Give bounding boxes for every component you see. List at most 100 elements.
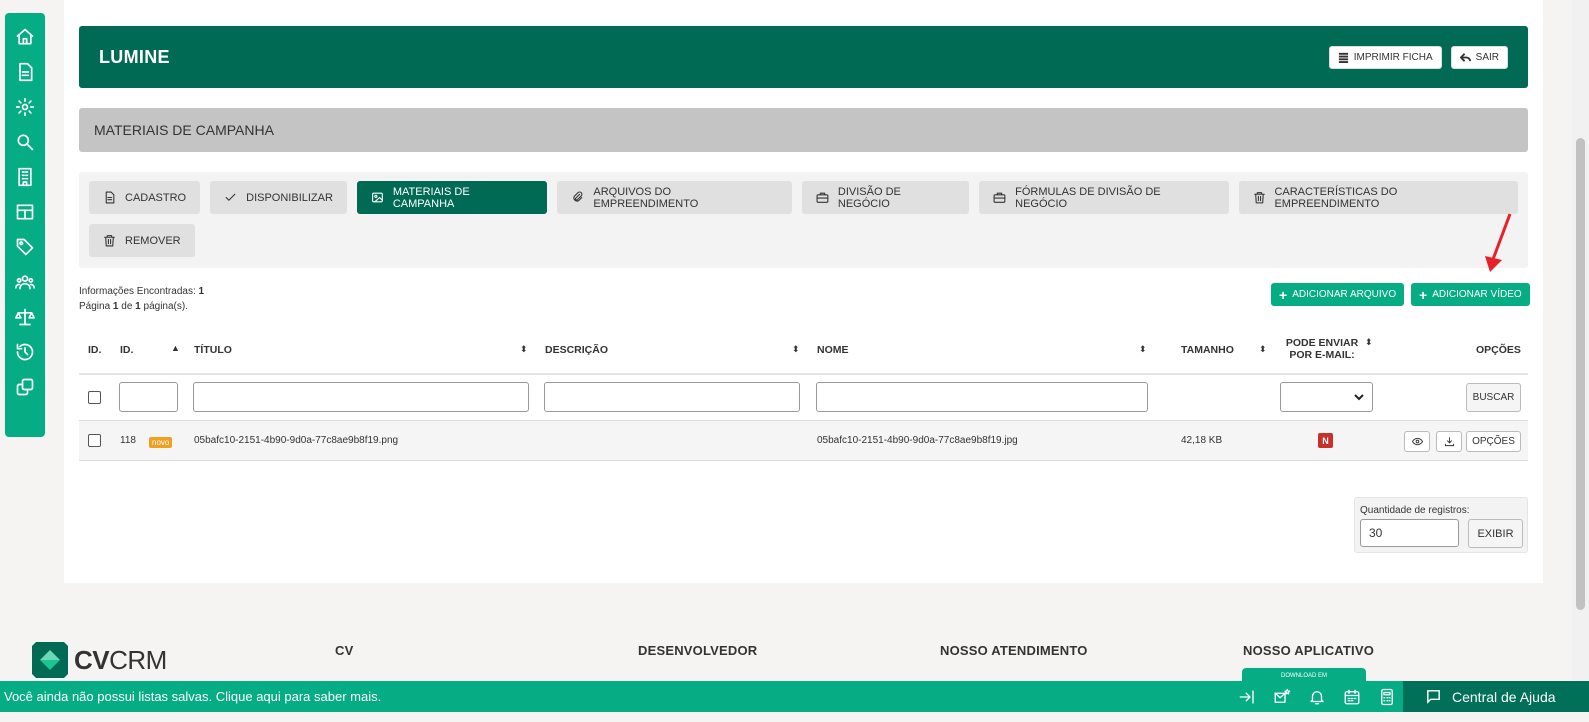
row-options-button[interactable]: OPÇÕES (1466, 431, 1521, 452)
page-current: 1 (112, 301, 119, 312)
sort-icon[interactable]: ⬍ (1259, 344, 1267, 355)
filter-title-input[interactable] (193, 382, 529, 412)
add-video-label: ADICIONAR VÍDEO (1432, 289, 1522, 300)
calculator-icon[interactable] (1376, 686, 1398, 708)
add-video-button[interactable]: + ADICIONAR VÍDEO (1411, 283, 1530, 306)
results-info: Informações Encontradas: 1 Página 1 de 1… (79, 284, 204, 314)
tab-label: DISPONIBILIZAR (246, 191, 333, 204)
users-icon[interactable] (13, 270, 37, 294)
col-header-name[interactable]: NOME (817, 344, 849, 356)
found-count: 1 (198, 286, 205, 297)
add-file-button[interactable]: + ADICIONAR ARQUIVO (1271, 283, 1405, 306)
sort-asc-icon[interactable]: ▲ (171, 343, 180, 353)
show-button[interactable]: EXIBIR (1468, 519, 1523, 548)
document-icon[interactable] (13, 60, 37, 84)
main-card: LUMINE IMPRIMIR FICHA SAIR MATERIAIS DE … (64, 0, 1543, 583)
select-all-checkbox[interactable] (88, 391, 101, 404)
tab-label: ARQUIVOS DO EMPREENDIMENTO (593, 185, 699, 210)
view-button[interactable] (1404, 431, 1430, 452)
tab-materiais-de-campanha[interactable]: MATERIAIS DE CAMPANHA (356, 181, 548, 214)
tab-label: REMOVER (125, 234, 181, 247)
page-suffix: página(s). (143, 301, 188, 312)
chat-icon (1427, 690, 1440, 704)
sort-icon[interactable]: ⬍ (1365, 337, 1373, 348)
cvcrm-logo: CVCRM (32, 642, 167, 678)
balance-icon[interactable] (13, 305, 37, 329)
sort-icon[interactable]: ⬍ (1139, 344, 1147, 355)
building-icon[interactable] (13, 165, 37, 189)
tag-icon[interactable] (13, 235, 37, 259)
red-arrow-annotation (1485, 213, 1512, 272)
footer-heading-developer: DESENVOLVEDOR (638, 643, 758, 658)
tab-caracteristicas-do-empreendimento[interactable]: CARACTERÍSTICAS DO EMPREENDIMENTO (1238, 181, 1519, 214)
sort-icon[interactable]: ⬍ (792, 344, 800, 355)
copy-icon[interactable] (13, 375, 37, 399)
calendar-icon[interactable] (1341, 686, 1363, 708)
tab-label: MATERIAIS DE CAMPANHA (392, 185, 470, 210)
search-icon[interactable] (13, 130, 37, 154)
document-icon (105, 191, 115, 204)
saved-lists-message[interactable]: Você ainda não possui listas salvas. Cli… (0, 689, 381, 704)
bell-icon[interactable] (1306, 686, 1328, 708)
reply-icon (1459, 52, 1471, 62)
header-divider (79, 373, 1528, 375)
left-sidebar (5, 13, 45, 437)
footer-heading-app: NOSSO APLICATIVO (1243, 643, 1375, 658)
scrollbar-thumb[interactable] (1576, 138, 1585, 610)
download-button[interactable] (1436, 431, 1462, 452)
sort-icon[interactable]: ⬍ (520, 344, 528, 355)
add-file-label: ADICIONAR ARQUIVO (1292, 289, 1397, 300)
col-header-description[interactable]: DESCRIÇÃO (545, 344, 608, 356)
sign-in-icon[interactable] (1236, 686, 1258, 708)
footer-heading-cv: CV (335, 643, 354, 658)
print-button[interactable]: IMPRIMIR FICHA (1328, 45, 1442, 69)
table-icon[interactable] (13, 200, 37, 224)
plus-icon: + (1279, 286, 1288, 303)
tab-remover[interactable]: REMOVER (89, 224, 195, 257)
tab-label: CADASTRO (125, 191, 187, 204)
briefcase-icon (993, 192, 1006, 203)
tab-cadastro[interactable]: CADASTRO (89, 181, 201, 214)
exit-button-label: SAIR (1475, 51, 1499, 63)
search-button[interactable]: BUSCAR (1466, 383, 1521, 412)
filter-description-input[interactable] (544, 382, 800, 412)
trash-icon (1253, 192, 1265, 204)
col-header-size[interactable]: TAMANHO (1181, 344, 1234, 356)
row-title: 05bafc10-2151-4b90-9d0a-77c8ae9b8f19.png (194, 435, 399, 446)
col-header-can-email-line1: PODE ENVIAR (1285, 337, 1359, 349)
exit-button[interactable]: SAIR (1450, 45, 1508, 69)
chevron-down-icon (1354, 393, 1364, 400)
filter-can-email-select[interactable] (1280, 382, 1373, 412)
history-icon[interactable] (13, 340, 37, 364)
tab-label: CARACTERÍSTICAS DO EMPREENDIMENTO (1274, 185, 1398, 210)
filter-id-input[interactable] (119, 382, 178, 412)
page-header: LUMINE IMPRIMIR FICHA SAIR (79, 26, 1528, 88)
tab-divisao-de-negocio[interactable]: DIVISÃO DE NEGÓCIO (801, 181, 970, 214)
row-checkbox[interactable] (88, 434, 101, 447)
tab-disponibilizar[interactable]: DISPONIBILIZAR (210, 181, 347, 214)
plus-icon: + (1419, 286, 1428, 303)
image-icon (371, 192, 383, 203)
col-header-can-email-line2: POR E-MAIL: (1289, 349, 1355, 361)
briefcase-icon (816, 192, 829, 203)
col-header-can-email[interactable]: PODE ENVIAR POR E-MAIL: (1283, 337, 1361, 361)
found-label: Informações Encontradas: (79, 286, 196, 297)
records-per-page-input[interactable]: 30 (1360, 519, 1459, 547)
page-scrollbar[interactable] (1572, 0, 1589, 683)
tab-arquivos-do-empreendimento[interactable]: ARQUIVOS DO EMPREENDIMENTO (557, 181, 792, 214)
filter-name-input[interactable] (816, 382, 1148, 412)
col-header-select-id: ID. (88, 344, 102, 356)
list-icon (1338, 52, 1348, 63)
col-header-id[interactable]: ID. (120, 344, 133, 356)
tab-formulas-de-divisao-de-negocio[interactable]: FÓRMULAS DE DIVISÃO DE NEGÓCIO (979, 181, 1229, 214)
download-icon (1444, 437, 1454, 447)
gear-icon[interactable] (13, 95, 37, 119)
help-center-button[interactable]: Central de Ajuda (1403, 681, 1589, 712)
col-header-title[interactable]: TÍTULO (194, 344, 232, 356)
page-prefix: Página (79, 301, 111, 312)
section-title: MATERIAIS DE CAMPANHA (79, 108, 1528, 152)
cvcrm-logo-mark (32, 642, 68, 678)
row-size: 42,18 KB (1181, 435, 1223, 446)
mail-star-icon[interactable] (1271, 686, 1293, 708)
home-icon[interactable] (13, 25, 37, 49)
